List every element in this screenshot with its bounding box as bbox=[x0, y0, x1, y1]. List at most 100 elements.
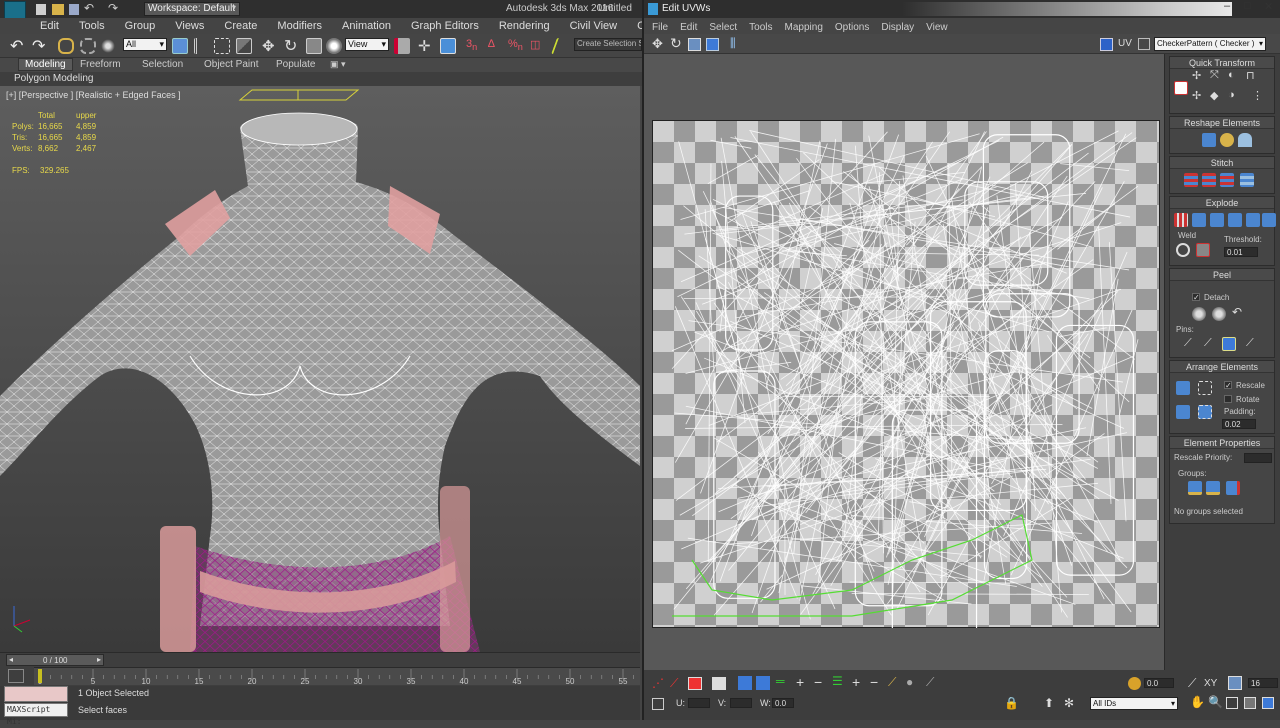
flatten-by-polygon-icon[interactable] bbox=[1210, 213, 1224, 227]
menu-item[interactable]: Graph Editors bbox=[411, 20, 479, 32]
place-icon[interactable] bbox=[326, 38, 342, 54]
quick-transform-title[interactable]: Quick Transform bbox=[1170, 57, 1274, 69]
expand-loop-icon[interactable]: + bbox=[796, 674, 804, 690]
align-horizontal-icon[interactable]: ✢ bbox=[1192, 69, 1206, 83]
shrink-ring-icon[interactable]: − bbox=[870, 674, 878, 690]
maxscript-mini-listener[interactable]: MAXScript Mi: bbox=[4, 703, 68, 717]
pivot-center-icon[interactable] bbox=[394, 38, 410, 54]
stitch-source-icon[interactable] bbox=[1220, 173, 1234, 187]
time-slider-handle[interactable]: ◂ 0 / 100 ▸ bbox=[6, 654, 104, 666]
xy-label[interactable]: XY bbox=[1204, 678, 1217, 689]
angle-snap-icon[interactable]: ∆ bbox=[488, 38, 495, 50]
detach-checkbox[interactable]: ✓ bbox=[1192, 293, 1200, 301]
select-object-icon[interactable] bbox=[172, 38, 188, 54]
checker-map-icon[interactable] bbox=[1100, 38, 1113, 51]
redo-button[interactable]: ↷ bbox=[32, 36, 45, 56]
rescale-elements-icon[interactable] bbox=[1198, 405, 1212, 419]
u-spinner[interactable] bbox=[688, 698, 710, 708]
align-icon[interactable] bbox=[1174, 81, 1188, 95]
reference-coordinate-dropdown[interactable]: View ▾ bbox=[345, 38, 389, 51]
close-icon[interactable]: ✕ bbox=[1264, 0, 1273, 13]
absolute-offset-icon[interactable] bbox=[652, 698, 664, 710]
maxscript-listener-box[interactable] bbox=[4, 686, 68, 702]
loop-icon[interactable]: ═ bbox=[776, 674, 785, 688]
flatten-by-material-icon[interactable] bbox=[1246, 213, 1260, 227]
ring-icon[interactable]: ☰ bbox=[832, 674, 843, 688]
freeform-mode-icon[interactable] bbox=[706, 38, 719, 51]
rectangular-selection-icon[interactable] bbox=[214, 38, 230, 54]
uv-menu-item[interactable]: View bbox=[926, 22, 948, 33]
pack-normalize-icon[interactable] bbox=[1198, 381, 1212, 395]
select-overlap-icon[interactable]: ● bbox=[906, 675, 913, 689]
soft-selection-spinner[interactable]: 0.0 bbox=[1144, 678, 1174, 688]
ribbon-options-icon[interactable]: ▣ ▾ bbox=[330, 59, 346, 70]
edit-pins-icon[interactable]: ⟋ bbox=[1184, 337, 1198, 351]
menu-item[interactable]: Modifiers bbox=[277, 20, 322, 32]
expand-ring-icon[interactable]: + bbox=[852, 674, 860, 690]
window-crossing-icon[interactable] bbox=[236, 38, 252, 54]
arrange-elements-title[interactable]: Arrange Elements bbox=[1170, 361, 1274, 373]
link-icon[interactable] bbox=[58, 38, 74, 54]
menu-item[interactable]: Tools bbox=[79, 20, 105, 32]
stitch-title[interactable]: Stitch bbox=[1170, 157, 1274, 169]
key-filter-icon[interactable] bbox=[8, 669, 24, 683]
minimize-icon[interactable]: – bbox=[1224, 0, 1230, 12]
pin-selected-icon[interactable]: ⟋ bbox=[1204, 337, 1218, 351]
uv-menu-item[interactable]: Tools bbox=[749, 22, 772, 33]
stitch-average-icon[interactable] bbox=[1202, 173, 1216, 187]
mirror-icon[interactable]: ⫼ bbox=[730, 36, 736, 51]
relax-icon[interactable] bbox=[1220, 133, 1234, 147]
explode-title[interactable]: Explode bbox=[1170, 197, 1274, 209]
paint-select-icon[interactable]: ⟋ bbox=[888, 675, 896, 690]
straighten-selection-icon[interactable] bbox=[1202, 133, 1216, 147]
redo-icon[interactable]: ↷ bbox=[108, 1, 118, 15]
next-frame-icon[interactable]: ▸ bbox=[97, 655, 101, 664]
grow-selection-icon[interactable] bbox=[738, 676, 752, 690]
save-file-icon[interactable] bbox=[69, 4, 79, 15]
menu-item[interactable]: Edit bbox=[40, 20, 59, 32]
snaps-toggle-icon[interactable]: 3n bbox=[466, 38, 477, 52]
freeze-icon[interactable]: ✻ bbox=[1064, 696, 1074, 710]
uv-menu-item[interactable]: Display bbox=[881, 22, 914, 33]
time-slider[interactable]: ◂ 0 / 100 ▸ 0510152025303540455055 bbox=[0, 652, 640, 686]
tab-freeform[interactable]: Freeform bbox=[80, 59, 121, 70]
menu-item[interactable]: Create bbox=[224, 20, 257, 32]
pack-custom-icon[interactable] bbox=[1176, 381, 1190, 395]
unlink-icon[interactable] bbox=[80, 38, 96, 54]
stitch-settings-icon[interactable] bbox=[1240, 173, 1254, 187]
threshold-spinner[interactable]: 0.01 bbox=[1224, 247, 1258, 257]
perspective-viewport[interactable]: [+] [Perspective ] [Realistic + Edged Fa… bbox=[0, 86, 640, 652]
uv-editor-canvas[interactable] bbox=[644, 54, 1164, 670]
rescale-priority-spinner[interactable] bbox=[1244, 453, 1272, 463]
align-edge-icon[interactable]: ✢ bbox=[1192, 89, 1206, 103]
scale-icon[interactable] bbox=[306, 38, 322, 54]
break-icon[interactable] bbox=[1174, 213, 1188, 227]
zoom-selected-icon[interactable] bbox=[1262, 697, 1274, 709]
track-bar-cursor[interactable] bbox=[38, 669, 42, 683]
flatten-settings-icon[interactable] bbox=[1262, 213, 1276, 227]
quick-peel-icon[interactable] bbox=[1192, 307, 1206, 321]
rotate-90-icon[interactable]: ⊓ bbox=[1246, 69, 1260, 83]
shrink-loop-icon[interactable]: − bbox=[814, 674, 822, 690]
shrink-selection-icon[interactable] bbox=[756, 676, 770, 690]
select-and-manipulate-icon[interactable]: ✛ bbox=[418, 37, 431, 55]
new-file-icon[interactable] bbox=[36, 4, 46, 15]
v-spinner[interactable] bbox=[730, 698, 752, 708]
reshape-elements-title[interactable]: Reshape Elements bbox=[1170, 117, 1274, 129]
auto-pin-icon[interactable]: ⟋ bbox=[1246, 337, 1260, 351]
move-icon[interactable]: ✥ bbox=[262, 37, 275, 55]
ribbon-sub-label[interactable]: Polygon Modeling bbox=[14, 73, 94, 84]
tab-object-paint[interactable]: Object Paint bbox=[204, 59, 258, 70]
peel-title[interactable]: Peel bbox=[1170, 269, 1274, 281]
hide-icon[interactable]: ⬆ bbox=[1044, 696, 1054, 710]
weld-selected-icon[interactable] bbox=[1176, 243, 1190, 257]
select-group-icon[interactable] bbox=[1226, 481, 1240, 495]
straighten-icon[interactable]: ◆ bbox=[1210, 89, 1224, 103]
ungroup-selected-icon[interactable] bbox=[1206, 481, 1220, 495]
scale-icon[interactable] bbox=[688, 38, 701, 51]
flip-icon[interactable]: ◐ bbox=[1228, 69, 1242, 83]
select-flipped-icon[interactable]: ⟋ bbox=[926, 675, 934, 690]
uv-menu-item[interactable]: File bbox=[652, 22, 668, 33]
uv-coordinates-label[interactable]: UV bbox=[1118, 38, 1132, 49]
menu-item[interactable]: Animation bbox=[342, 20, 391, 32]
